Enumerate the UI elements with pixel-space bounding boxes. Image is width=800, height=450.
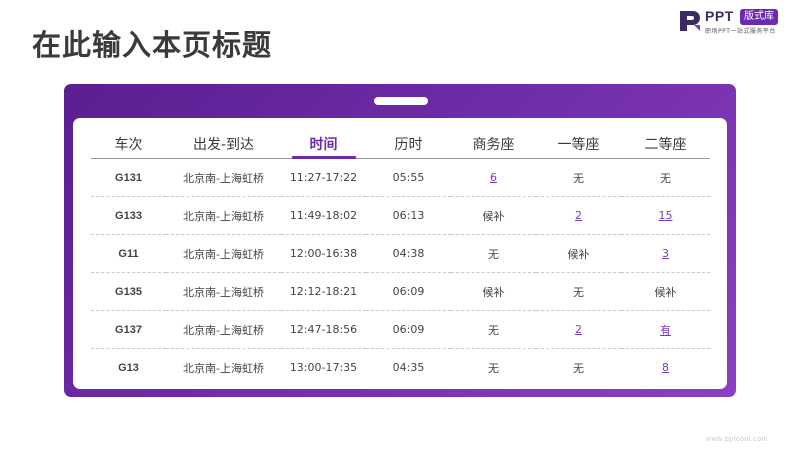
seat-availability-link[interactable]: 2	[575, 323, 582, 336]
frame-handle	[374, 97, 428, 105]
duration: 06:13	[366, 196, 451, 235]
header-label: 商务座	[472, 137, 515, 153]
route: 北京南-上海虹桥	[166, 158, 281, 197]
header-first[interactable]: 一等座	[536, 130, 621, 159]
duration: 06:09	[366, 310, 451, 349]
header-time[interactable]: 时间	[281, 130, 366, 159]
route: 北京南-上海虹桥	[166, 310, 281, 349]
route: 北京南-上海虹桥	[166, 272, 281, 311]
time-range: 12:00-16:38	[281, 234, 366, 273]
header-duration[interactable]: 历时	[366, 130, 451, 159]
brand-name: PPT	[705, 8, 734, 24]
header-route[interactable]: 出发-到达	[166, 130, 281, 159]
schedule-card: 车次 出发-到达 时间 历时 商务座 一等座 二等座 G131 北京南-上海虹桥 11:27-1…	[73, 118, 727, 389]
duration: 06:09	[366, 272, 451, 311]
seat-availability-link[interactable]: 6	[490, 171, 497, 184]
first-class-seat: 无	[536, 158, 621, 197]
seat-availability-link[interactable]: 8	[662, 361, 669, 374]
business-seat: 候补	[451, 272, 536, 311]
table-row[interactable]: G11 北京南-上海虹桥 12:00-16:38 04:38 无候补 3	[91, 234, 710, 273]
table-body: G131 北京南-上海虹桥 11:27-17:22 05:55 6 无无 G133 北京南-上…	[91, 158, 710, 387]
seat-availability-link[interactable]: 15	[659, 209, 673, 222]
train-number: G133	[91, 196, 166, 235]
route: 北京南-上海虹桥	[166, 196, 281, 235]
header-label: 历时	[394, 137, 423, 153]
train-number: G13	[118, 361, 139, 374]
business-seat: 无	[451, 310, 536, 349]
second-class-seat: 8	[621, 349, 710, 387]
brand-logo: PPT 版式库 职场PPT一站式服务平台	[678, 8, 794, 35]
first-class-seat: 候补	[536, 234, 621, 273]
brand-tagline: 职场PPT一站式服务平台	[705, 28, 776, 35]
first-class-seat: 2	[536, 196, 621, 235]
duration: 04:38	[366, 234, 451, 273]
time-range: 13:00-17:35	[289, 361, 358, 374]
business-seat: 候补	[451, 196, 536, 235]
business-seat: 无	[451, 234, 536, 273]
business-seat: 无	[488, 361, 499, 375]
seat-availability-link[interactable]: 2	[575, 209, 582, 222]
table-row[interactable]: G135 北京南-上海虹桥 12:12-18:21 06:09 候补无候补	[91, 272, 710, 311]
train-number: G135	[91, 272, 166, 311]
page-title: 在此输入本页标题	[32, 28, 273, 62]
brand-badge: 版式库	[740, 9, 778, 25]
time-range: 12:12-18:21	[281, 272, 366, 311]
header-label: 车次	[114, 137, 143, 153]
second-class-seat: 有	[621, 310, 710, 349]
business-seat: 6	[451, 158, 536, 197]
table-row[interactable]: G13 北京南-上海虹桥 13:00-17:35 04:35 无 无 8	[91, 349, 710, 387]
time-range: 11:27-17:22	[281, 158, 366, 197]
second-class-seat: 3	[621, 234, 710, 273]
header-train[interactable]: 车次	[91, 130, 166, 159]
train-number: G11	[91, 234, 166, 273]
train-schedule-table: 车次 出发-到达 时间 历时 商务座 一等座 二等座 G131 北京南-上海虹桥 11:27-1…	[91, 130, 710, 386]
active-tab-underline	[291, 156, 356, 159]
ppt-logo-icon	[680, 11, 700, 31]
duration: 05:55	[366, 158, 451, 197]
first-class-seat: 2	[536, 310, 621, 349]
train-number: G131	[91, 158, 166, 197]
second-class-seat: 候补	[621, 272, 710, 311]
table-row[interactable]: G137 北京南-上海虹桥 12:47-18:56 06:09 无 2 有	[91, 310, 710, 349]
second-class-seat: 无	[621, 158, 710, 197]
train-number: G137	[91, 310, 166, 349]
seat-availability-link[interactable]: 3	[662, 247, 669, 260]
seat-availability-link[interactable]: 有	[660, 324, 671, 337]
second-class-seat: 15	[621, 196, 710, 235]
header-business[interactable]: 商务座	[451, 130, 536, 159]
first-class-seat: 无	[536, 272, 621, 311]
first-class-seat: 无	[573, 361, 584, 375]
table-row[interactable]: G133 北京南-上海虹桥 11:49-18:02 06:13 候补 2 15	[91, 196, 710, 235]
header-label: 二等座	[644, 137, 687, 153]
duration: 04:35	[392, 361, 425, 374]
route: 北京南-上海虹桥	[166, 234, 281, 273]
time-range: 11:49-18:02	[281, 196, 366, 235]
table-row[interactable]: G131 北京南-上海虹桥 11:27-17:22 05:55 6 无无	[91, 158, 710, 197]
route: 北京南-上海虹桥	[183, 361, 264, 375]
time-range: 12:47-18:56	[281, 310, 366, 349]
header-label: 一等座	[557, 137, 600, 153]
header-second[interactable]: 二等座	[621, 130, 710, 159]
table-header-row: 车次 出发-到达 时间 历时 商务座 一等座 二等座	[91, 130, 710, 159]
header-label: 出发-到达	[192, 137, 255, 153]
footer-url: www.pptcool.com	[706, 436, 768, 443]
header-label: 时间	[309, 137, 338, 153]
